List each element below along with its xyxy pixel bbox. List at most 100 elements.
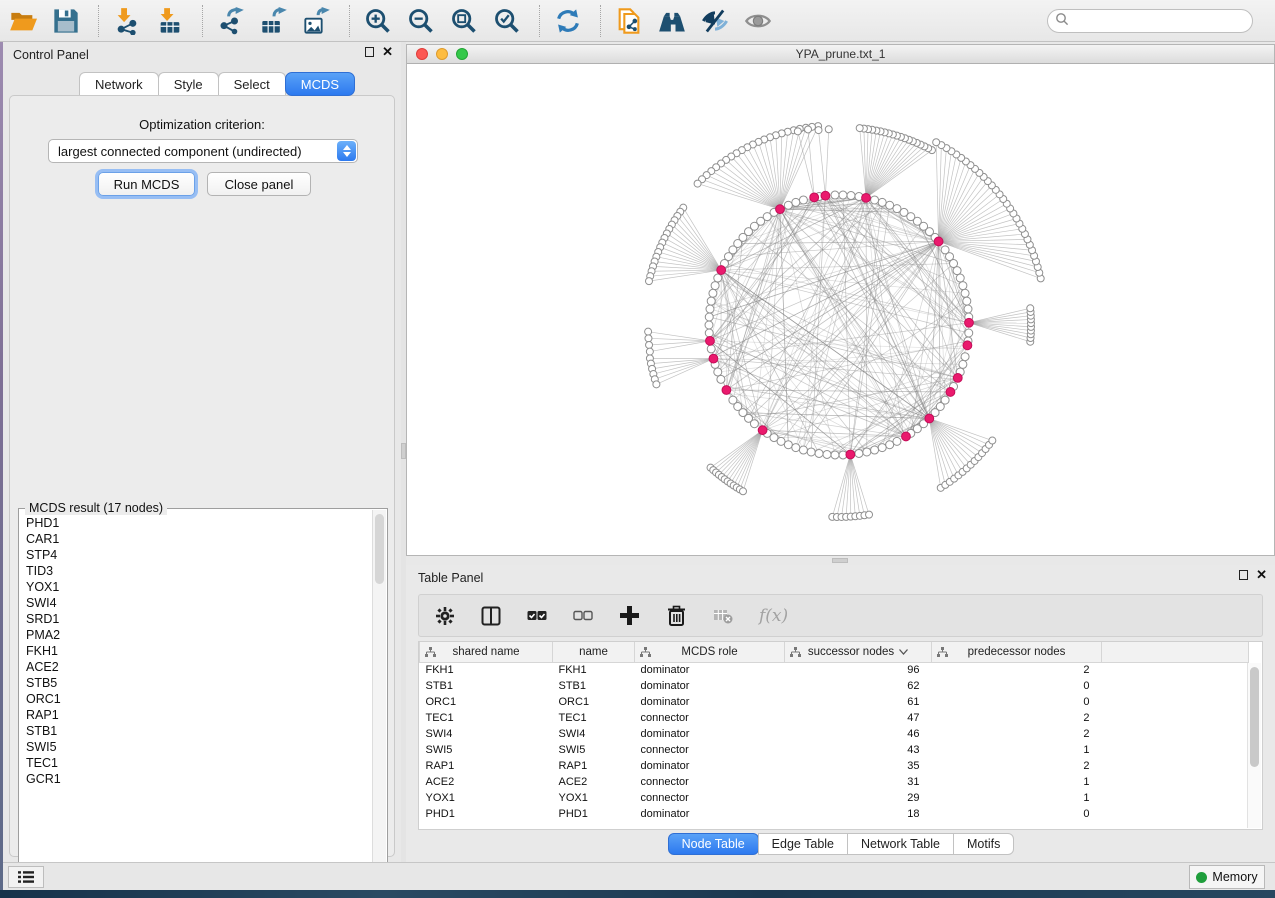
network-node[interactable] xyxy=(878,444,886,452)
tab-network[interactable]: Network xyxy=(79,72,159,95)
network-node[interactable] xyxy=(863,448,871,456)
deselect-all-icon[interactable] xyxy=(573,606,593,626)
tab-style[interactable]: Style xyxy=(158,72,219,95)
leaf-node[interactable] xyxy=(794,128,801,135)
leaf-node[interactable] xyxy=(825,126,832,133)
tab-network-table[interactable]: Network Table xyxy=(847,833,954,855)
table-cell[interactable]: SWI5 xyxy=(420,742,553,758)
table-cell[interactable]: 43 xyxy=(785,742,932,758)
select-all-icon[interactable] xyxy=(527,606,547,626)
table-cell[interactable]: dominator xyxy=(635,758,785,774)
network-node[interactable] xyxy=(709,289,717,297)
leaf-node[interactable] xyxy=(805,126,812,133)
network-node[interactable] xyxy=(792,444,800,452)
network-node[interactable] xyxy=(706,305,714,313)
network-node[interactable] xyxy=(784,441,792,449)
delete-column-icon[interactable] xyxy=(666,605,687,627)
table-row[interactable]: ORC1ORC1dominator610 xyxy=(420,694,1249,710)
float-panel-icon[interactable] xyxy=(365,47,374,57)
table-cell[interactable]: 47 xyxy=(785,710,932,726)
search-box[interactable] xyxy=(1047,9,1253,33)
table-cell[interactable]: 2 xyxy=(932,710,1102,726)
leaf-node[interactable] xyxy=(740,488,747,495)
tab-edge-table[interactable]: Edge Table xyxy=(758,833,848,855)
table-cell[interactable]: 61 xyxy=(785,694,932,710)
network-graph[interactable] xyxy=(407,64,1274,555)
mcds-result-item[interactable]: CAR1 xyxy=(20,531,372,547)
leaf-node[interactable] xyxy=(856,125,863,132)
table-row[interactable]: TEC1TEC1connector472 xyxy=(420,710,1249,726)
table-cell[interactable]: STB1 xyxy=(553,678,635,694)
table-cell[interactable]: 46 xyxy=(785,726,932,742)
table-row[interactable]: FKH1FKH1dominator962 xyxy=(420,662,1249,678)
export-network-icon[interactable] xyxy=(216,6,246,36)
table-row[interactable]: STB1STB1dominator620 xyxy=(420,678,1249,694)
leaf-node[interactable] xyxy=(989,437,996,444)
network-node[interactable] xyxy=(705,313,713,321)
mcds-result-item[interactable]: SWI5 xyxy=(20,739,372,755)
network-node[interactable] xyxy=(792,198,800,206)
table-cell[interactable]: YOX1 xyxy=(553,790,635,806)
network-node[interactable] xyxy=(831,451,839,459)
network-node[interactable] xyxy=(777,437,785,445)
mcds-node[interactable] xyxy=(776,205,785,214)
mcds-node[interactable] xyxy=(902,432,911,441)
table-cell[interactable]: PHD1 xyxy=(420,806,553,822)
mcds-node[interactable] xyxy=(946,388,955,397)
column-view-icon[interactable] xyxy=(481,606,501,626)
leaf-node[interactable] xyxy=(653,381,660,388)
mcds-node[interactable] xyxy=(821,191,830,200)
network-node[interactable] xyxy=(750,420,758,428)
mcds-node[interactable] xyxy=(846,450,855,459)
table-cell[interactable]: dominator xyxy=(635,726,785,742)
network-node[interactable] xyxy=(959,282,967,290)
network-node[interactable] xyxy=(956,274,964,282)
leaf-node[interactable] xyxy=(866,511,873,518)
table-row[interactable]: SWI5SWI5connector431 xyxy=(420,742,1249,758)
network-node[interactable] xyxy=(893,437,901,445)
table-row[interactable]: RAP1RAP1dominator352 xyxy=(420,758,1249,774)
table-cell[interactable]: 0 xyxy=(932,806,1102,822)
table-cell[interactable]: RAP1 xyxy=(553,758,635,774)
table-cell[interactable]: 1 xyxy=(932,742,1102,758)
mcds-node[interactable] xyxy=(758,426,767,435)
network-node[interactable] xyxy=(705,329,713,337)
mcds-node[interactable] xyxy=(810,193,819,202)
network-node[interactable] xyxy=(707,297,715,305)
table-cell[interactable]: FKH1 xyxy=(553,662,635,678)
close-panel-icon[interactable]: ✕ xyxy=(382,47,393,57)
network-node[interactable] xyxy=(847,192,855,200)
table-cell[interactable]: connector xyxy=(635,774,785,790)
network-node[interactable] xyxy=(714,274,722,282)
mcds-node[interactable] xyxy=(722,386,731,395)
export-image-icon[interactable] xyxy=(302,6,332,36)
leaf-node[interactable] xyxy=(646,341,653,348)
mcds-node[interactable] xyxy=(717,266,726,275)
mcds-node[interactable] xyxy=(709,354,718,363)
network-node[interactable] xyxy=(815,449,823,457)
network-node[interactable] xyxy=(941,246,949,254)
divider-grip[interactable] xyxy=(832,558,848,563)
table-cell[interactable]: 2 xyxy=(932,726,1102,742)
table-cell[interactable]: 31 xyxy=(785,774,932,790)
table-cell[interactable]: connector xyxy=(635,790,785,806)
network-node[interactable] xyxy=(717,375,725,383)
network-node[interactable] xyxy=(831,191,839,199)
column-header-predecessor-nodes[interactable]: predecessor nodes xyxy=(932,642,1102,662)
import-network-icon[interactable] xyxy=(112,6,142,36)
mcds-result-item[interactable]: ORC1 xyxy=(20,691,372,707)
search-input[interactable] xyxy=(1069,12,1252,30)
table-cell[interactable]: dominator xyxy=(635,806,785,822)
network-node[interactable] xyxy=(878,198,886,206)
network-node[interactable] xyxy=(711,282,719,290)
network-node[interactable] xyxy=(941,396,949,404)
table-row[interactable]: PHD1PHD1dominator180 xyxy=(420,806,1249,822)
table-cell[interactable]: 29 xyxy=(785,790,932,806)
mcds-node[interactable] xyxy=(706,336,715,345)
mcds-node[interactable] xyxy=(965,318,974,327)
mcds-scrollbar-thumb[interactable] xyxy=(375,514,384,584)
table-cell[interactable]: SWI4 xyxy=(553,726,635,742)
table-cell[interactable]: 35 xyxy=(785,758,932,774)
mcds-result-item[interactable]: FKH1 xyxy=(20,643,372,659)
table-cell[interactable]: dominator xyxy=(635,662,785,678)
